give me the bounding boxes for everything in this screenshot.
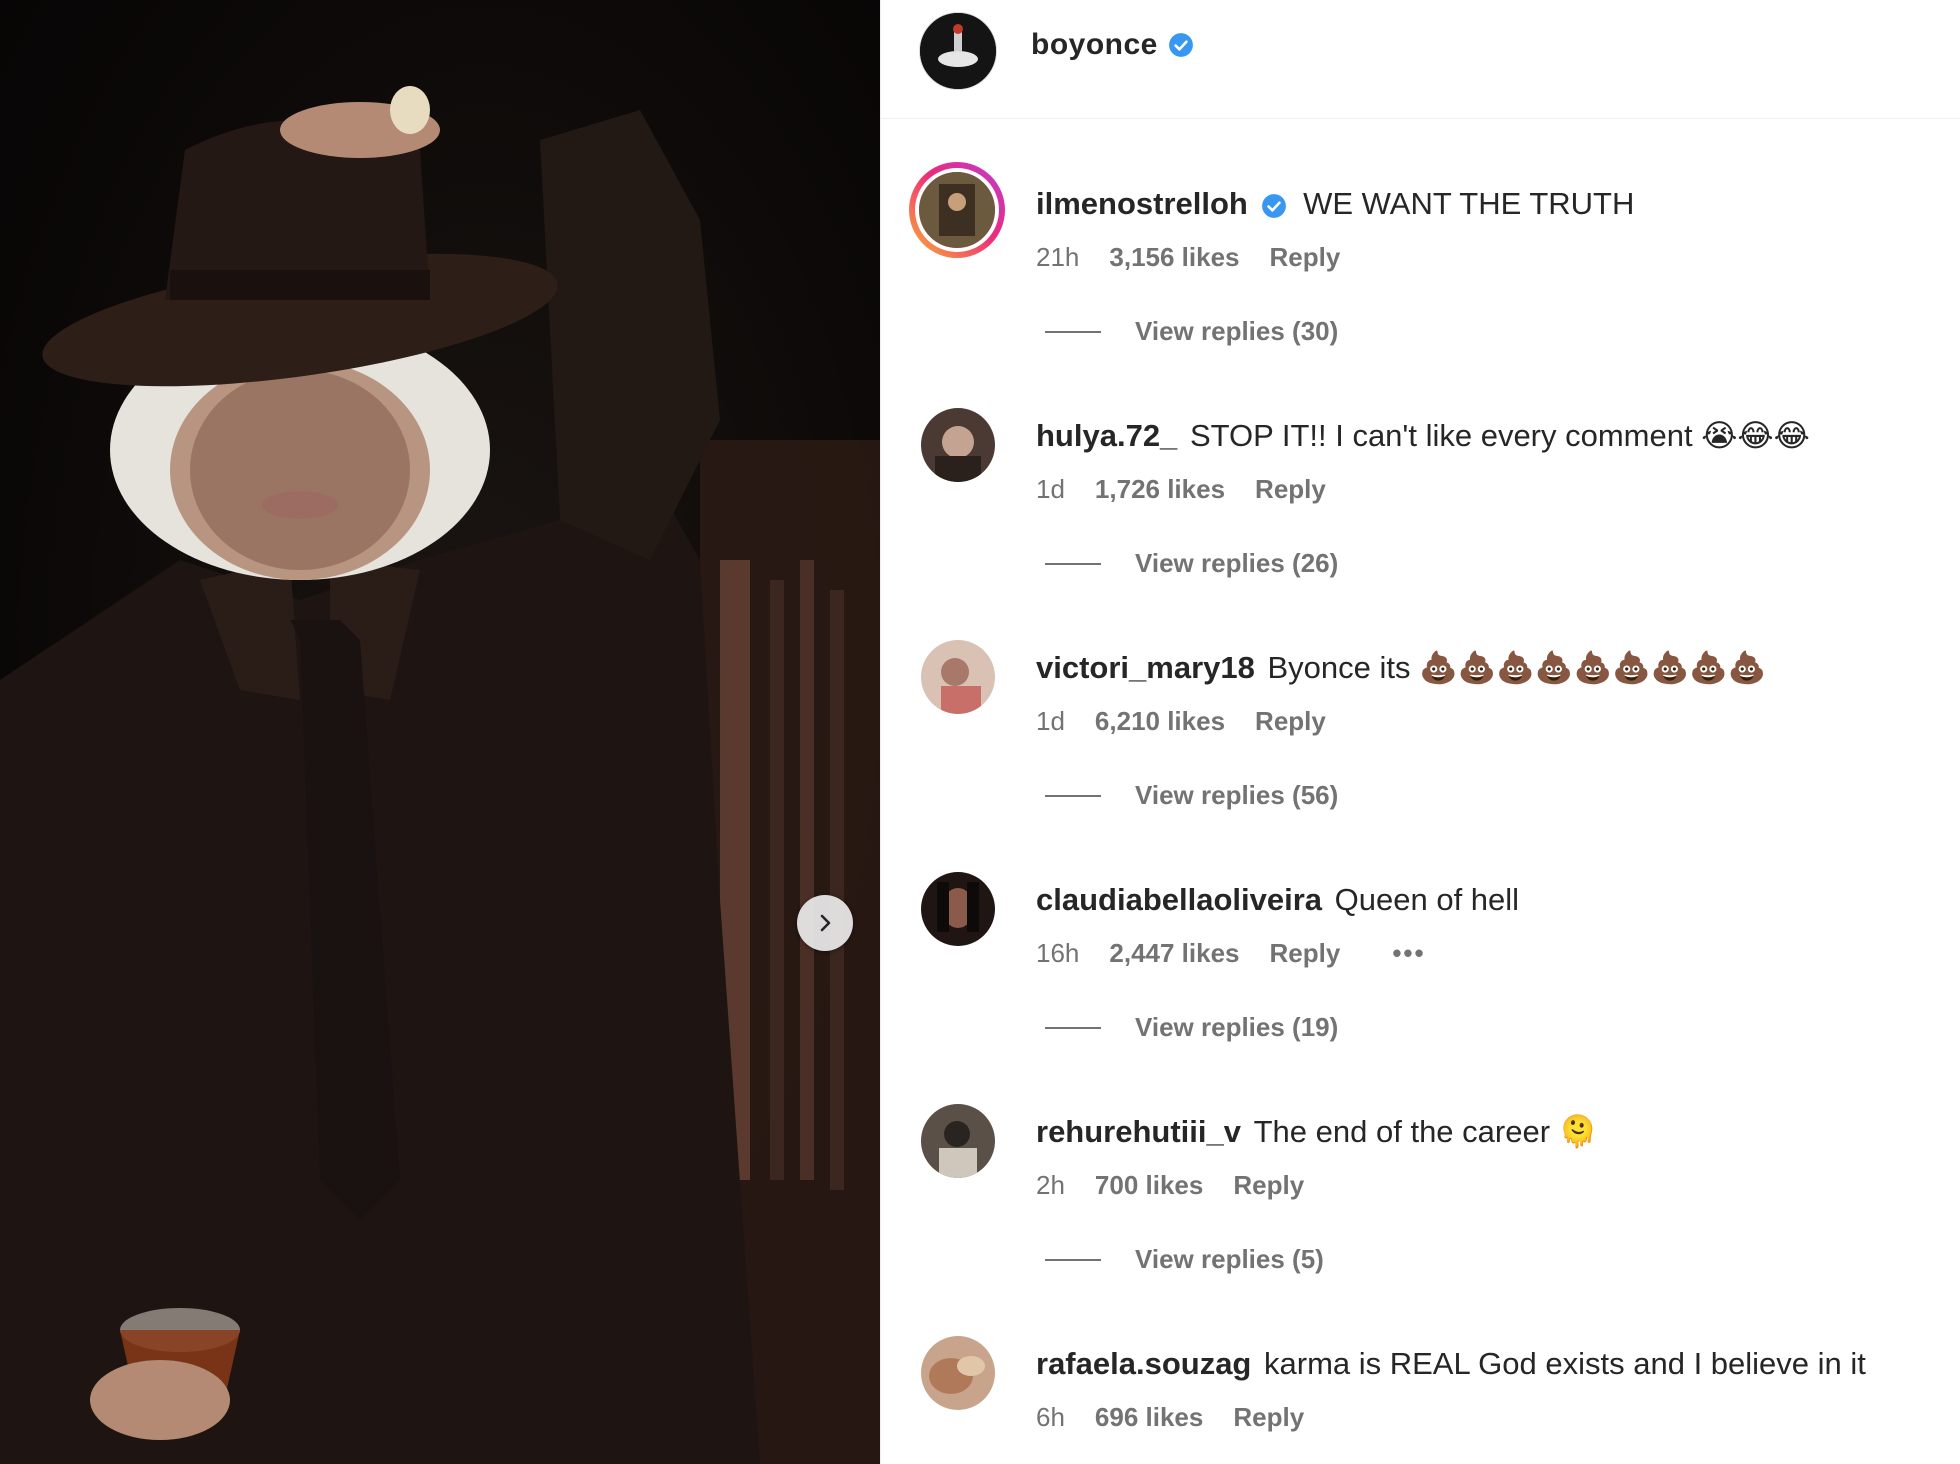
comments-panel: boyonce ilmenostrelloh WE WANT THE TRUTH…	[880, 0, 1960, 1464]
comment-text: rafaela.souzag karma is REAL God exists …	[1036, 1344, 1936, 1384]
verified-badge-icon	[1261, 193, 1286, 218]
comment-time: 2h	[1036, 1170, 1065, 1200]
instagram-post-view: boyonce ilmenostrelloh WE WANT THE TRUTH…	[0, 0, 1960, 1464]
commenter-avatar[interactable]	[921, 408, 995, 482]
comment-time: 1d	[1036, 474, 1065, 504]
comment-item: rafaela.souzag karma is REAL God exists …	[881, 1334, 1960, 1464]
commenter-username[interactable]: claudiabellaoliveira	[1036, 882, 1322, 917]
commenter-avatar[interactable]	[921, 1104, 995, 1178]
commenter-avatar[interactable]	[921, 640, 995, 714]
comment-text: victori_mary18 Byonce its 💩💩💩💩💩💩💩💩💩	[1036, 648, 1936, 688]
comment-likes[interactable]: 1,726 likes	[1095, 474, 1225, 505]
comment-meta: 2h 700 likes Reply	[1036, 1170, 1304, 1201]
author-avatar[interactable]	[919, 12, 997, 90]
comment-likes[interactable]: 6,210 likes	[1095, 706, 1225, 737]
reply-button[interactable]: Reply	[1270, 938, 1341, 969]
commenter-avatar[interactable]	[921, 1336, 995, 1410]
replies-divider-line	[1045, 1258, 1101, 1261]
commenter-username[interactable]: hulya.72_	[1036, 418, 1177, 453]
comment-likes[interactable]: 3,156 likes	[1109, 242, 1239, 273]
post-photo-illustration	[0, 86, 880, 1464]
comment-item: victori_mary18 Byonce its 💩💩💩💩💩💩💩💩💩 1d 6…	[881, 638, 1960, 870]
comment-meta: 1d 6,210 likes Reply	[1036, 706, 1326, 737]
comment-body: Byonce its 💩💩💩💩💩💩💩💩💩	[1267, 650, 1767, 685]
view-replies-button[interactable]: View replies (5)	[1045, 1244, 1324, 1275]
view-replies-button[interactable]: View replies (26)	[1045, 548, 1338, 579]
comment-text: hulya.72_ STOP IT!! I can't like every c…	[1036, 416, 1936, 456]
commenter-username[interactable]: ilmenostrelloh	[1036, 186, 1248, 221]
commenter-username[interactable]: rafaela.souzag	[1036, 1346, 1251, 1381]
view-replies-label: View replies (56)	[1135, 780, 1339, 810]
comment-item: claudiabellaoliveira Queen of hell 16h 2…	[881, 870, 1960, 1102]
reply-button[interactable]: Reply	[1255, 706, 1326, 737]
more-options-icon[interactable]: •••	[1392, 938, 1425, 969]
comment-likes[interactable]: 2,447 likes	[1109, 938, 1239, 969]
verified-badge-icon	[1168, 33, 1193, 57]
comment-meta: 21h 3,156 likes Reply	[1036, 242, 1340, 273]
commenter-username[interactable]: rehurehutiii_v	[1036, 1114, 1241, 1149]
chevron-right-icon	[820, 914, 831, 932]
view-replies-label: View replies (30)	[1135, 316, 1339, 346]
comment-item: rehurehutiii_v The end of the career 🫠 2…	[881, 1102, 1960, 1334]
replies-divider-line	[1045, 330, 1101, 333]
post-photo	[0, 0, 880, 1464]
view-replies-button[interactable]: View replies (30)	[1045, 316, 1338, 347]
view-replies-button[interactable]: View replies (56)	[1045, 780, 1338, 811]
comment-body: karma is REAL God exists and I believe i…	[1264, 1346, 1866, 1381]
author-username-row[interactable]: boyonce	[1031, 28, 1194, 62]
comment-text: claudiabellaoliveira Queen of hell	[1036, 880, 1936, 920]
comment-item: hulya.72_ STOP IT!! I can't like every c…	[881, 406, 1960, 638]
comment-text: ilmenostrelloh WE WANT THE TRUTH	[1036, 184, 1936, 224]
comment-meta: 6h 696 likes Reply	[1036, 1402, 1304, 1433]
comment-text: rehurehutiii_v The end of the career 🫠	[1036, 1112, 1936, 1152]
comment-body: WE WANT THE TRUTH	[1303, 186, 1635, 221]
comment-item: ilmenostrelloh WE WANT THE TRUTH 21h 3,1…	[881, 162, 1960, 406]
commenter-avatar[interactable]	[921, 872, 995, 946]
view-replies-label: View replies (5)	[1135, 1244, 1324, 1274]
reply-button[interactable]: Reply	[1233, 1402, 1304, 1433]
author-username[interactable]: boyonce	[1031, 28, 1158, 62]
comment-time: 6h	[1036, 1402, 1065, 1432]
reply-button[interactable]: Reply	[1255, 474, 1326, 505]
view-replies-label: View replies (19)	[1135, 1012, 1339, 1042]
comment-time: 16h	[1036, 938, 1080, 968]
carousel-next-button[interactable]	[797, 895, 853, 951]
comment-meta: 16h 2,447 likes Reply •••	[1036, 938, 1426, 969]
comment-body: The end of the career 🫠	[1253, 1114, 1598, 1149]
view-replies-label: View replies (26)	[1135, 548, 1339, 578]
commenter-username[interactable]: victori_mary18	[1036, 650, 1255, 685]
replies-divider-line	[1045, 562, 1101, 565]
replies-divider-line	[1045, 1026, 1101, 1029]
comment-time: 21h	[1036, 242, 1080, 272]
replies-divider-line	[1045, 794, 1101, 797]
view-replies-button[interactable]: View replies (19)	[1045, 1012, 1338, 1043]
reply-button[interactable]: Reply	[1270, 242, 1341, 273]
reply-button[interactable]: Reply	[1233, 1170, 1304, 1201]
comment-likes[interactable]: 700 likes	[1095, 1170, 1203, 1201]
comment-body: STOP IT!! I can't like every comment 😭😂😂	[1189, 418, 1810, 453]
post-header: boyonce	[881, 0, 1960, 119]
comment-time: 1d	[1036, 706, 1065, 736]
commenter-avatar[interactable]	[909, 162, 1005, 258]
comment-meta: 1d 1,726 likes Reply	[1036, 474, 1326, 505]
comment-likes[interactable]: 696 likes	[1095, 1402, 1203, 1433]
comment-body: Queen of hell	[1334, 882, 1520, 917]
